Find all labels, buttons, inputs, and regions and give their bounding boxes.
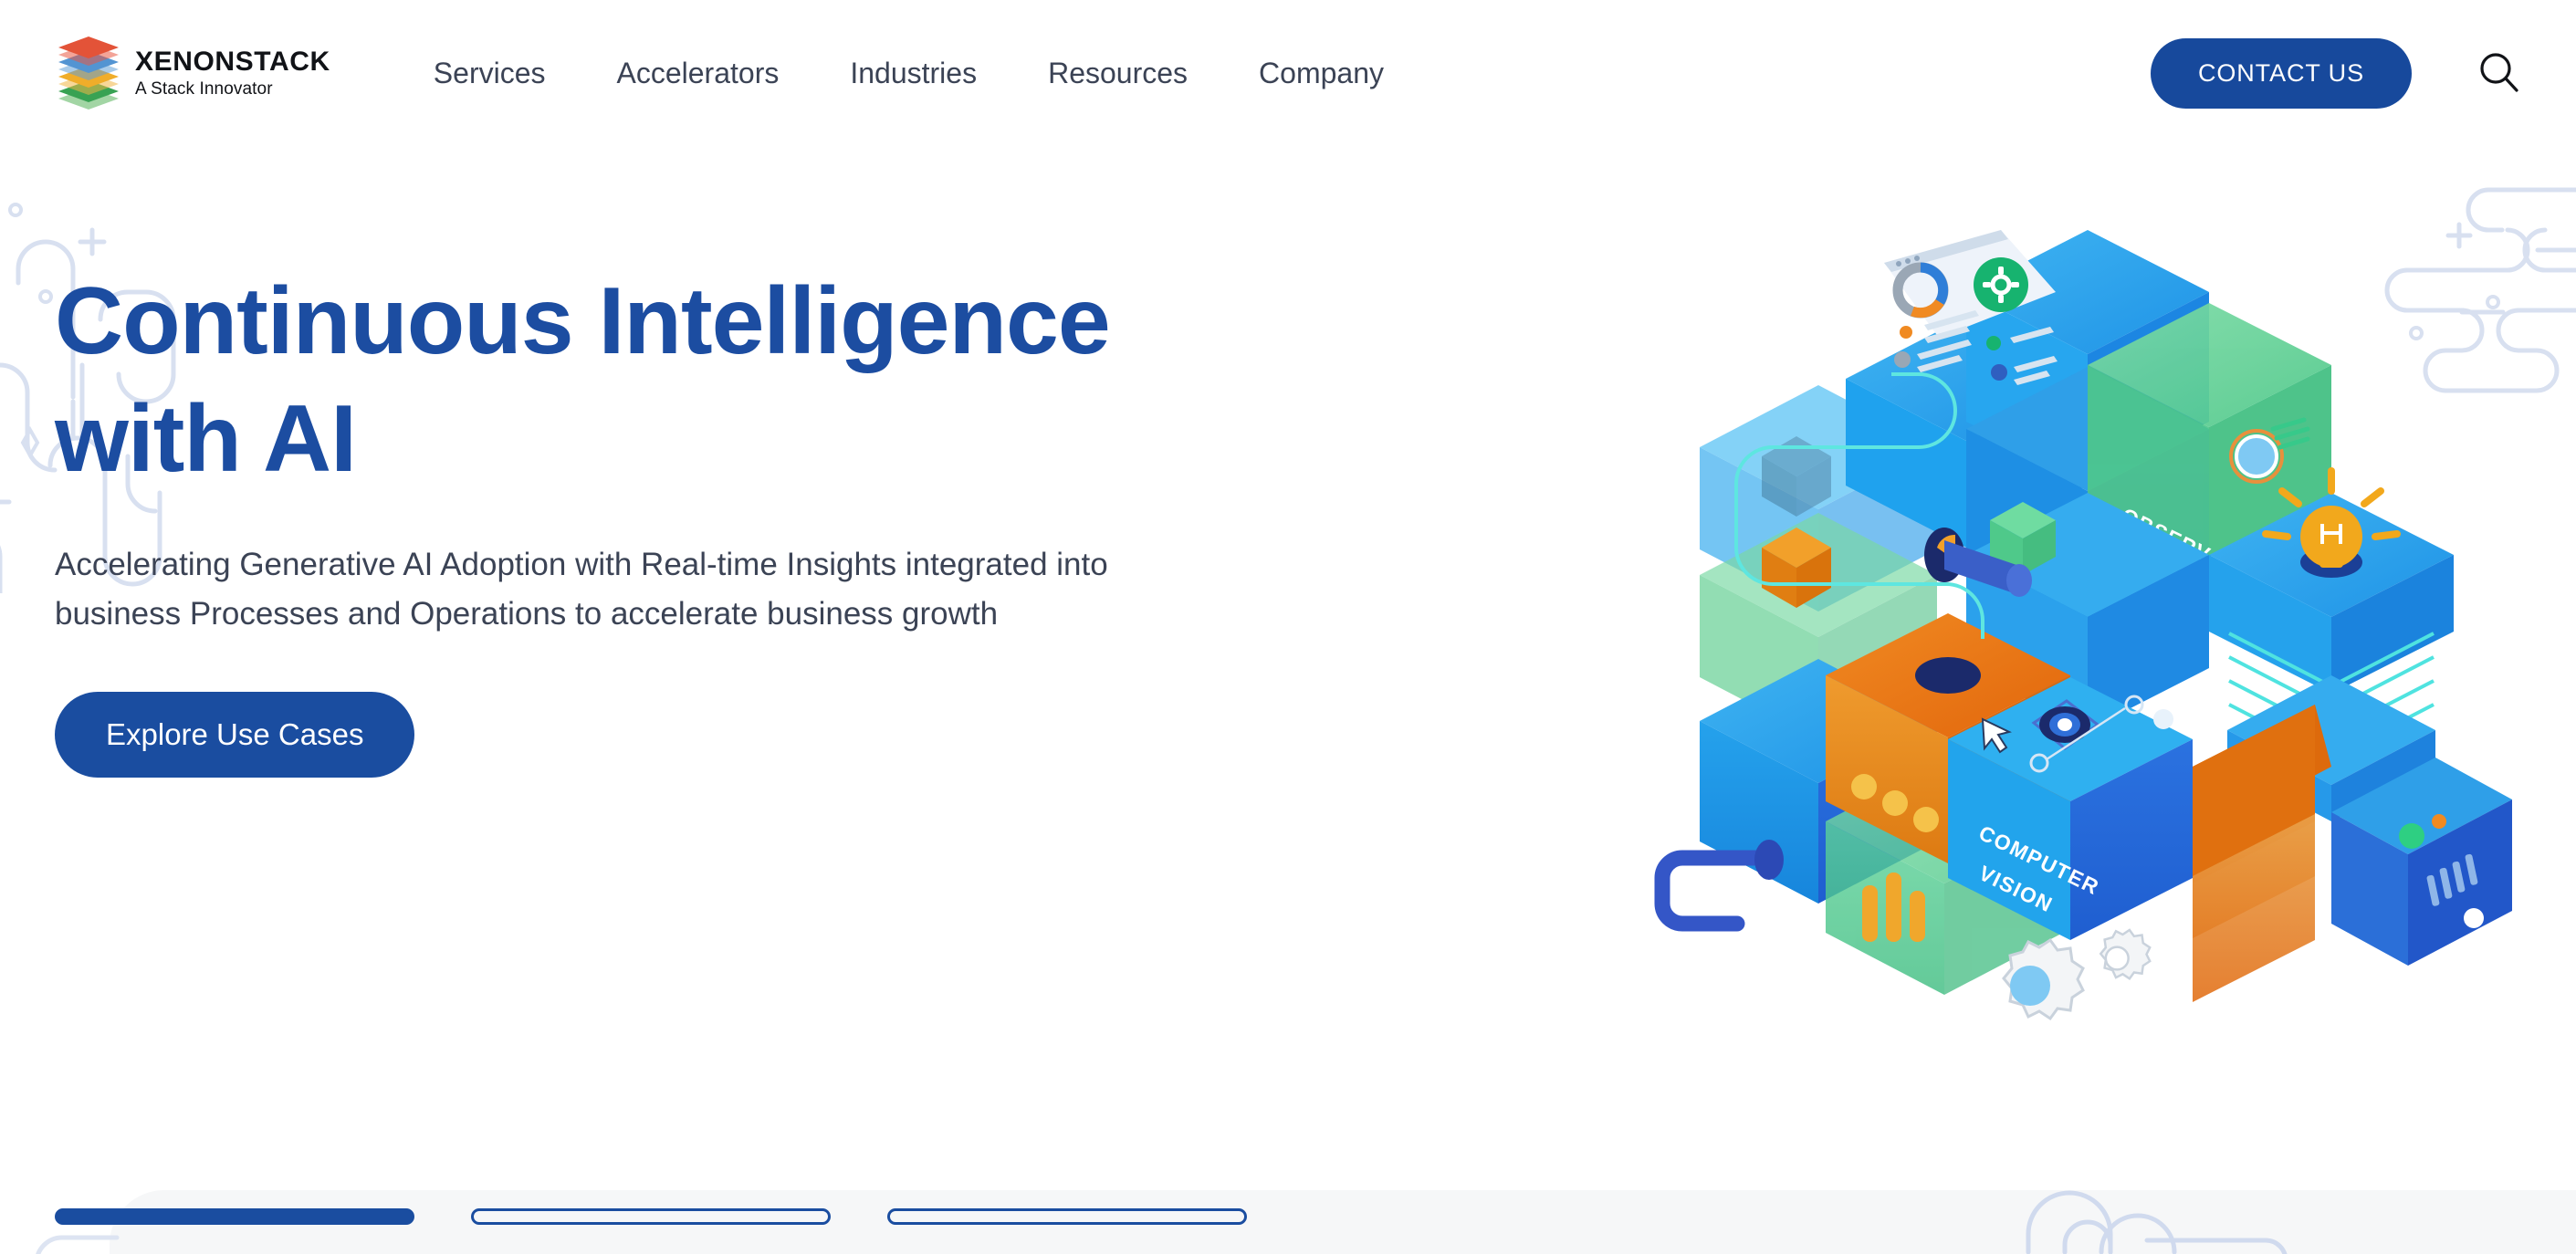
brand-name: XENONSTACK — [135, 47, 330, 77]
isometric-ai-platform-blocks-icon: SRE — [1654, 230, 2512, 1021]
main-navigation: Services Accelerators Industries Resourc… — [398, 57, 1419, 90]
nav-item-accelerators[interactable]: Accelerators — [581, 57, 815, 90]
slider-indicator-1[interactable] — [55, 1208, 414, 1225]
brand-tagline: A Stack Innovator — [135, 79, 273, 99]
hero-copy: Continuous Intelligence with AI Accelera… — [55, 146, 1324, 1254]
stacked-layers-logo-icon — [55, 37, 122, 110]
nav-item-services[interactable]: Services — [398, 57, 581, 90]
search-icon — [2480, 53, 2518, 92]
brand-logo[interactable]: XENONSTACK A Stack Innovator — [55, 37, 330, 110]
nav-item-industries[interactable]: Industries — [814, 57, 1012, 90]
search-button[interactable] — [2472, 46, 2527, 100]
hero-subtitle: Accelerating Generative AI Adoption with… — [55, 546, 1108, 632]
slider-indicator-2[interactable] — [471, 1208, 831, 1225]
nav-item-company[interactable]: Company — [1223, 57, 1419, 90]
page-title: Continuous Intelligence with AI — [55, 268, 1111, 492]
hero-illustration: SRE — [1324, 146, 2521, 1254]
header-actions: CONTACT US — [2150, 37, 2527, 109]
hero-section: Continuous Intelligence with AI Accelera… — [0, 146, 2576, 1254]
hero-slider-nav — [55, 1208, 1247, 1225]
explore-use-cases-button[interactable]: Explore Use Cases — [55, 692, 415, 779]
contact-us-button[interactable]: CONTACT US — [2150, 37, 2412, 109]
slider-indicator-3[interactable] — [887, 1208, 1247, 1225]
site-header: XENONSTACK A Stack Innovator Services Ac… — [0, 0, 2576, 146]
nav-item-resources[interactable]: Resources — [1012, 57, 1223, 90]
